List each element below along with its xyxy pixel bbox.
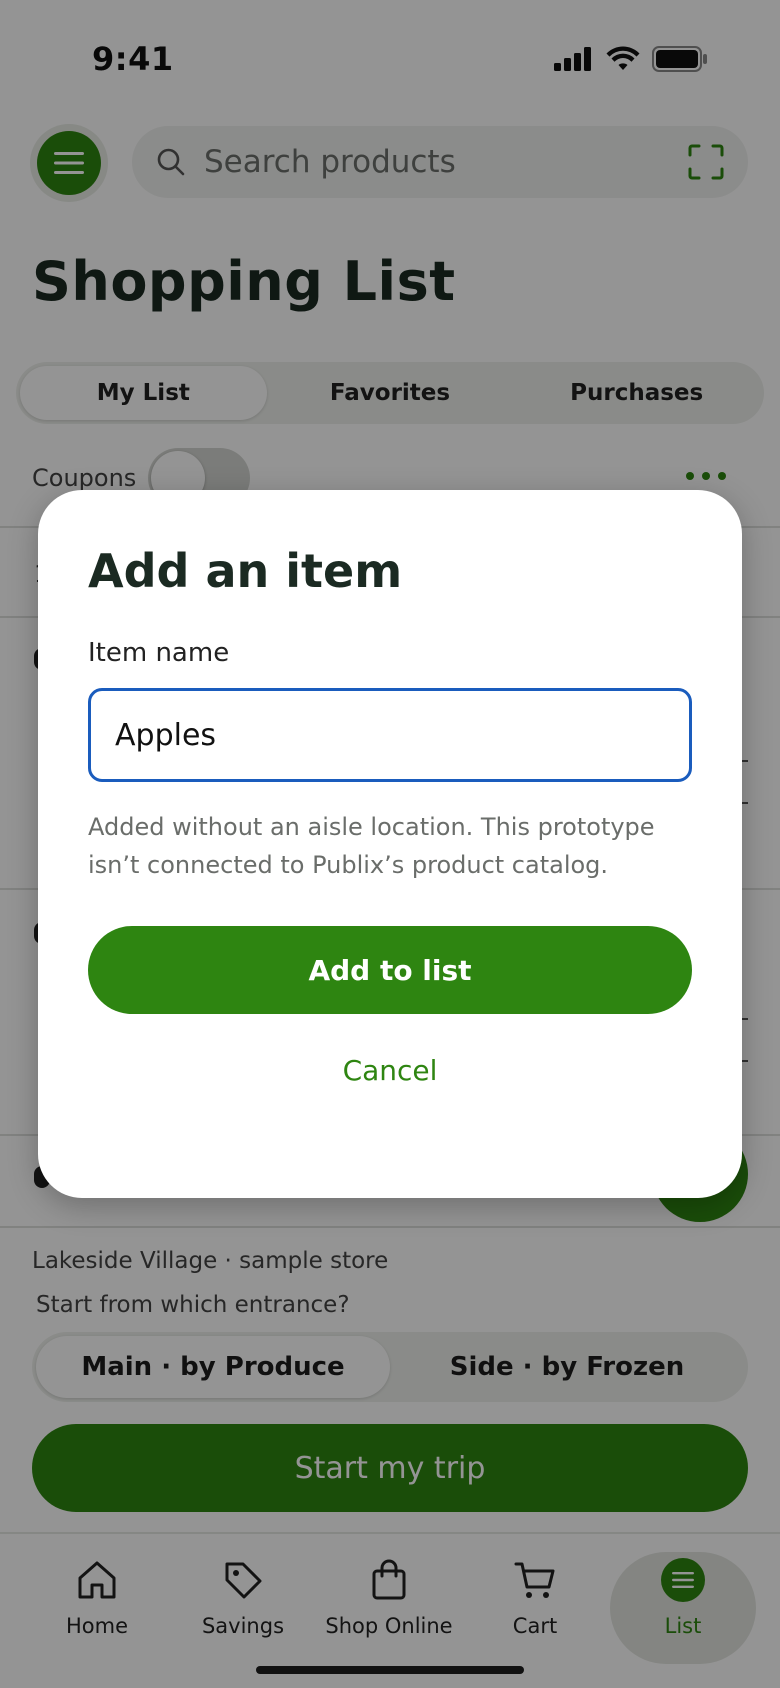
- dialog-title: Add an item: [88, 544, 403, 598]
- item-name-label: Item name: [88, 638, 230, 668]
- add-item-dialog: Add an item Item name Added without an a…: [38, 490, 742, 1198]
- shopping-list-screen: 9:41 Search products Shopping List My Li…: [0, 0, 780, 1688]
- home-indicator: [256, 1666, 524, 1674]
- dialog-note: Added without an aisle location. This pr…: [88, 813, 655, 879]
- add-to-list-button[interactable]: Add to list: [88, 926, 692, 1014]
- cancel-button[interactable]: Cancel: [88, 1038, 692, 1102]
- item-name-input[interactable]: [88, 688, 692, 782]
